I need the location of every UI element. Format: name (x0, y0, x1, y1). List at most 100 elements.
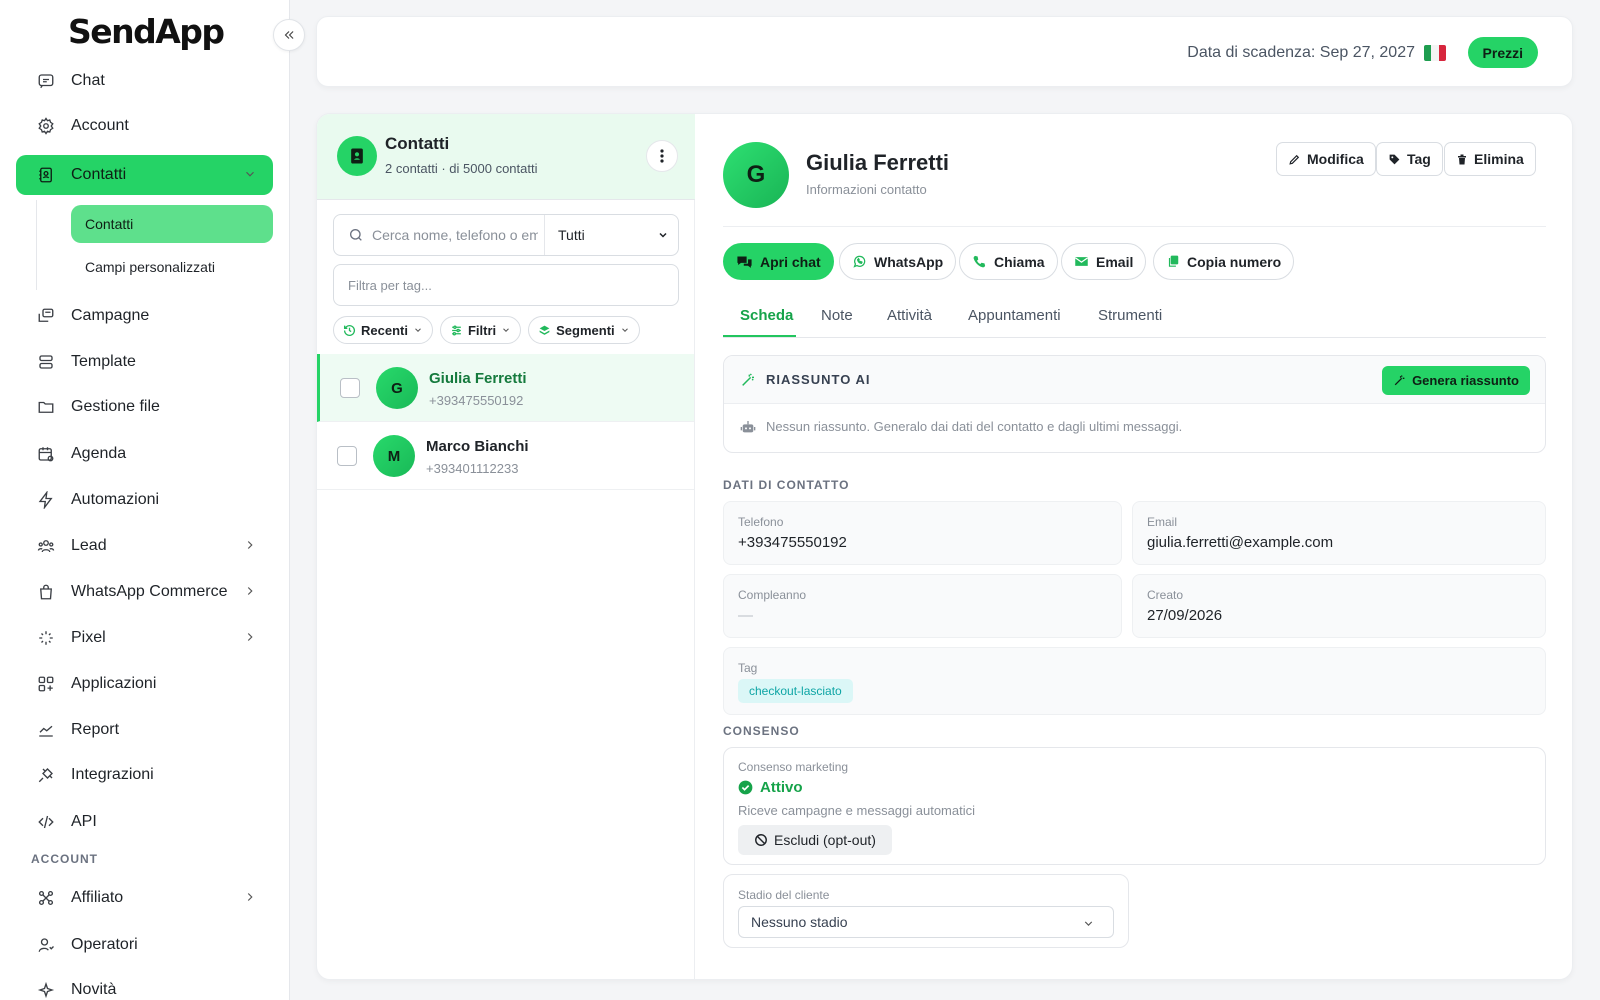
field-value[interactable]: — (738, 607, 753, 624)
sidebar-item-agenda[interactable]: Agenda (16, 434, 273, 474)
sidebar-item-chat[interactable]: Chat (16, 61, 273, 101)
apps-icon (36, 674, 56, 694)
users-icon (36, 536, 56, 556)
field-label: Creato (1147, 588, 1184, 602)
sidebar-section-account: ACCOUNT (31, 852, 98, 866)
contacts-book-icon (36, 165, 56, 185)
phone-field: Telefono +393475550192 (723, 501, 1122, 565)
customer-stage-card: Stadio del cliente Nessuno stadio (723, 874, 1129, 948)
edit-button[interactable]: Modifica (1276, 142, 1376, 176)
sidebar-item-label: Novità (71, 981, 117, 998)
avatar: G (376, 367, 418, 409)
sidebar-item-applicazioni[interactable]: Applicazioni (16, 664, 273, 704)
chip-filtri[interactable]: Filtri (439, 316, 522, 344)
delete-label: Elimina (1474, 151, 1524, 167)
tabs-divider (723, 337, 1546, 338)
sidebar-item-lead[interactable]: Lead (16, 526, 273, 566)
sidebar-subitem-contatti[interactable]: Contatti (71, 205, 273, 243)
code-icon (36, 812, 56, 832)
sidebar-subitem-campi-personalizzati[interactable]: Campi personalizzati (71, 248, 273, 286)
tag-button[interactable]: Tag (1376, 142, 1443, 176)
sidebar-item-gestione-file[interactable]: Gestione file (16, 387, 273, 427)
avatar: M (373, 435, 415, 477)
sidebar-item-api[interactable]: API (16, 802, 273, 842)
search-icon (348, 227, 364, 243)
sidebar-item-label: Template (71, 353, 136, 370)
tab-scheda[interactable]: Scheda (740, 307, 793, 324)
field-value[interactable]: +393475550192 (738, 534, 847, 551)
ai-summary-empty-text: Nessun riassunto. Generalo dai dati del … (766, 419, 1183, 434)
sidebar-item-template[interactable]: Template (16, 342, 273, 382)
operator-icon (36, 935, 56, 955)
sparkles-icon (36, 980, 56, 1000)
chip-recenti[interactable]: Recenti (333, 316, 433, 344)
chip-segmenti[interactable]: Segmenti (528, 316, 640, 344)
contact-checkbox[interactable] (340, 378, 360, 398)
plug-icon (36, 765, 56, 785)
field-label: Telefono (738, 515, 784, 529)
tab-note[interactable]: Note (821, 307, 853, 324)
open-chat-button[interactable]: Apri chat (723, 243, 834, 280)
ban-icon (754, 833, 768, 847)
sidebar-item-pixel[interactable]: Pixel (16, 618, 273, 658)
birthday-field: Compleanno — (723, 574, 1122, 638)
contact-checkbox[interactable] (337, 446, 357, 466)
ai-summary-card: RIASSUNTO AI Genera riassunto Nessun ria… (723, 355, 1546, 453)
generate-summary-button[interactable]: Genera riassunto (1382, 366, 1530, 395)
call-button[interactable]: Chiama (959, 243, 1058, 280)
delete-button[interactable]: Elimina (1444, 142, 1536, 176)
tag-pill[interactable]: checkout-lasciato (738, 679, 853, 703)
sidebar-item-label: Pixel (71, 629, 106, 646)
ai-summary-header: RIASSUNTO AI Genera riassunto (724, 356, 1545, 404)
chevron-down-icon (620, 325, 630, 335)
sidebar-item-automazioni[interactable]: Automazioni (16, 480, 273, 520)
consent-card: Consenso marketing Attivo Riceve campagn… (723, 747, 1546, 865)
search-input[interactable]: Cerca nome, telefono o email (372, 227, 538, 243)
sidebar-item-novita[interactable]: Novità (16, 970, 273, 1000)
field-value[interactable]: giulia.ferretti@example.com (1147, 534, 1333, 551)
campaign-icon (36, 306, 56, 326)
sidebar-item-report[interactable]: Report (16, 710, 273, 750)
sidebar-item-operatori[interactable]: Operatori (16, 925, 273, 965)
customer-stage-select[interactable]: Nessuno stadio (738, 906, 1114, 938)
optout-label: Escludi (opt-out) (774, 832, 876, 848)
open-chat-label: Apri chat (760, 253, 821, 270)
consent-section-label: CONSENSO (723, 724, 800, 738)
sidebar-item-campagne[interactable]: Campagne (16, 296, 273, 336)
sidebar: SendApp Chat Account Contatti Contatti C… (0, 0, 290, 1000)
contacts-list-panel: Contatti 2 contatti · di 5000 contatti C… (317, 114, 695, 979)
trash-icon (1456, 153, 1468, 166)
whatsapp-button[interactable]: WhatsApp (839, 243, 957, 280)
submenu-guide-line (36, 200, 37, 290)
email-button[interactable]: Email (1061, 243, 1147, 280)
sidebar-item-label: Affiliato (71, 889, 124, 906)
contacts-filter-select[interactable]: Tutti (544, 215, 679, 255)
double-chevron-left-icon (282, 28, 296, 42)
sidebar-item-integrazioni[interactable]: Integrazioni (16, 755, 273, 795)
more-options-button[interactable] (646, 140, 678, 172)
tab-attivita[interactable]: Attività (887, 307, 932, 324)
optout-button[interactable]: Escludi (opt-out) (738, 825, 892, 855)
app-logo[interactable]: SendApp (68, 12, 225, 51)
collapse-sidebar-button[interactable] (273, 19, 305, 51)
contacts-filter-value: Tutti (558, 227, 585, 243)
sidebar-item-contatti[interactable]: Contatti (16, 155, 273, 195)
italy-flag-icon[interactable] (1424, 45, 1446, 61)
tab-strumenti[interactable]: Strumenti (1098, 307, 1162, 324)
sidebar-item-affiliato[interactable]: Affiliato (16, 878, 273, 918)
contact-row[interactable]: M Marco Bianchi +393401112233 (317, 422, 694, 490)
edit-label: Modifica (1307, 151, 1364, 167)
contact-phone: +393401112233 (426, 461, 519, 476)
copy-number-button[interactable]: Copia numero (1153, 243, 1295, 280)
sidebar-item-whatsapp-commerce[interactable]: WhatsApp Commerce (16, 572, 273, 612)
tag-icon (1388, 153, 1401, 166)
prezzi-button[interactable]: Prezzi (1467, 37, 1538, 68)
sidebar-item-label: Automazioni (71, 491, 160, 508)
tag-filter-input[interactable]: Filtra per tag... (333, 264, 679, 306)
filter-chips: Recenti Filtri Segmenti (333, 316, 640, 344)
tab-appuntamenti[interactable]: Appuntamenti (968, 307, 1061, 324)
contact-row[interactable]: G Giulia Ferretti +393475550192 (317, 354, 694, 422)
consent-description: Riceve campagne e messaggi automatici (738, 803, 976, 818)
sidebar-item-label: Lead (71, 537, 107, 554)
sidebar-item-account[interactable]: Account (16, 106, 273, 146)
